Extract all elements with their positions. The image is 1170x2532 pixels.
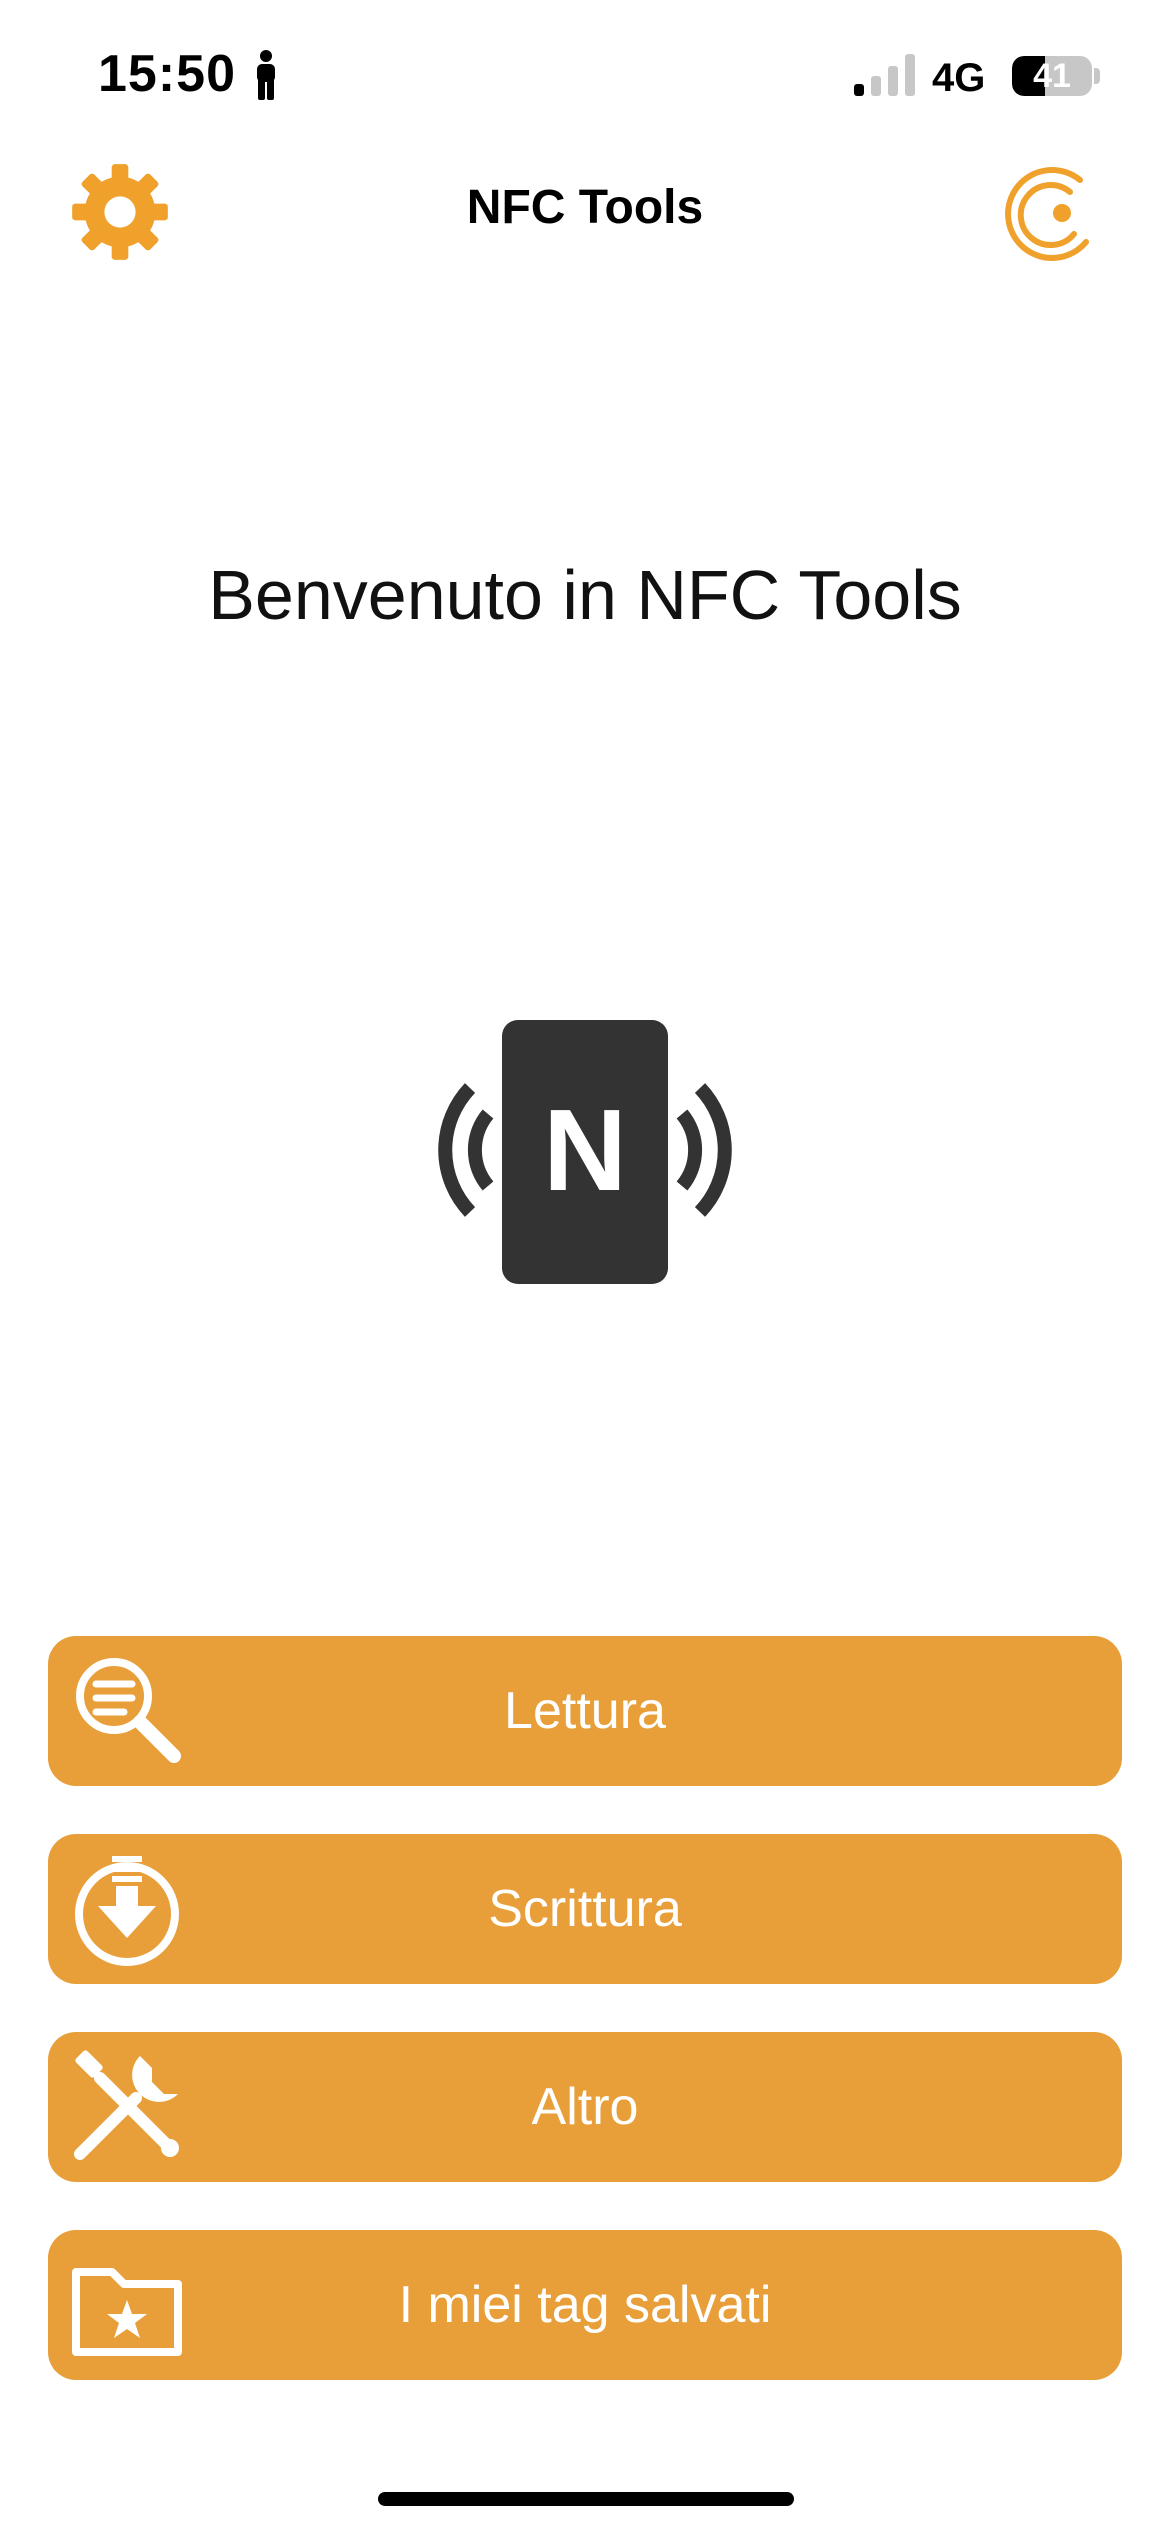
saved-tags-button[interactable]: I miei tag salvati [48, 2230, 1122, 2380]
wakdev-logo-icon [1005, 167, 1089, 261]
nav-bar: NFC Tools [0, 150, 1170, 270]
status-bar: 15:50 4G 41 [0, 0, 1170, 150]
network-type: 4G [932, 56, 986, 100]
brand-button[interactable] [996, 158, 1106, 268]
status-time: 15:50 [98, 45, 236, 103]
read-button-label: Lettura [504, 1682, 666, 1740]
other-button[interactable]: Altro [48, 2032, 1122, 2182]
home-indicator[interactable] [378, 2492, 794, 2506]
person-standing-icon [254, 50, 278, 105]
signal-strength-icon [854, 54, 916, 101]
write-button-label: Scrittura [488, 1880, 682, 1938]
battery-cap [1094, 68, 1100, 84]
battery-icon: 41 [1012, 56, 1092, 96]
page-title: NFC Tools [466, 181, 704, 234]
read-button[interactable]: Lettura [48, 1636, 1122, 1786]
nfc-logo-letter: N [543, 1085, 627, 1215]
nfc-logo: N [426, 1010, 744, 1290]
battery-percent: 41 [1033, 57, 1071, 95]
main-menu: Lettura Scrittura Altro I miei tag salva… [48, 1636, 1122, 2428]
write-button[interactable]: Scrittura [48, 1834, 1122, 1984]
nfc-icon: N [438, 1020, 732, 1284]
welcome-text: Benvenuto in NFC Tools [208, 556, 962, 634]
other-button-label: Altro [531, 2078, 639, 2136]
saved-tags-button-label: I miei tag salvati [398, 2276, 772, 2334]
